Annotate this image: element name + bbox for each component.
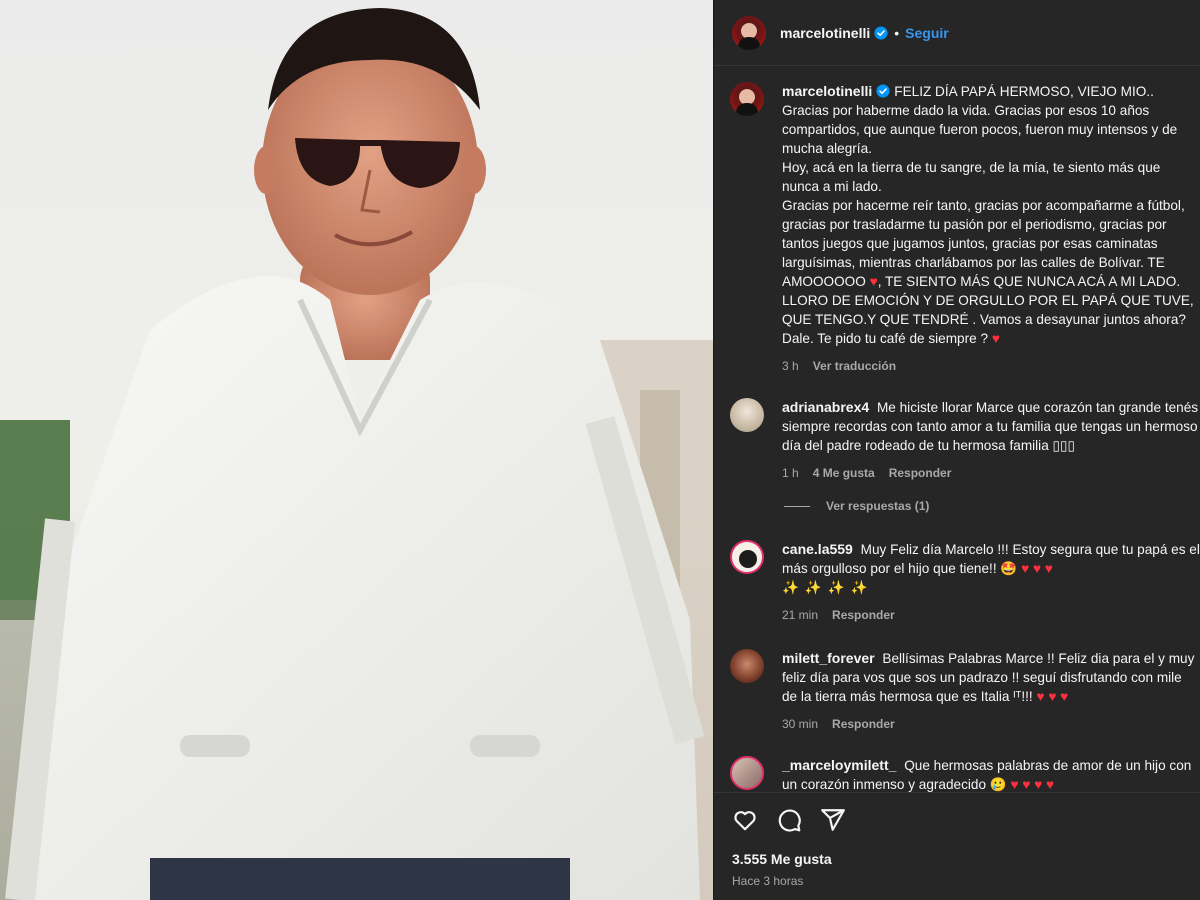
- sparkles-emojis: ✨✨✨✨: [782, 580, 874, 595]
- commenter-avatar[interactable]: [730, 649, 764, 683]
- post-side-panel: marcelotinelli • Seguir marcelotinelli FE…: [713, 0, 1200, 900]
- comment-item: adrianabrex4 Me hiciste llorar Marce que…: [730, 398, 1200, 483]
- commenter-avatar[interactable]: [730, 540, 764, 574]
- comments-scroll-area[interactable]: marcelotinelli FELIZ DÍA PAPÁ HERMOSO, VI…: [714, 66, 1200, 792]
- comment-meta: 1 h 4 Me gusta Responder: [782, 464, 1200, 483]
- commenter-avatar[interactable]: [730, 756, 764, 790]
- post-footer: 3.555 Me gusta Hace 3 horas: [714, 792, 1200, 900]
- caption-entry: marcelotinelli FELIZ DÍA PAPÁ HERMOSO, VI…: [730, 82, 1200, 376]
- action-bar: [732, 807, 846, 833]
- heart-emoji: ♥: [991, 331, 1000, 346]
- instagram-post-view: marcelotinelli • Seguir marcelotinelli FE…: [0, 0, 1200, 900]
- separator-dot: •: [894, 24, 900, 41]
- comment-body: cane.la559 Muy Feliz día Marcelo !!! Est…: [782, 540, 1200, 625]
- comment-item: milett_forever Bellísimas Palabras Marce…: [730, 649, 1200, 734]
- heart-emojis: ♥ ♥ ♥: [1021, 561, 1053, 576]
- comment-time: 30 min: [782, 717, 819, 731]
- comment-icon[interactable]: [776, 807, 802, 833]
- author-avatar[interactable]: [732, 15, 766, 50]
- post-time: Hace 3 horas: [732, 874, 804, 888]
- comment-item: cane.la559 Muy Feliz día Marcelo !!! Est…: [730, 540, 1200, 625]
- caption-time: 3 h: [782, 359, 799, 373]
- follow-button[interactable]: Seguir: [905, 25, 949, 41]
- caption-paragraph-2: Hoy, acá en la tierra de tu sangre, de l…: [782, 160, 1161, 194]
- comment-body: milett_forever Bellísimas Palabras Marce…: [782, 649, 1200, 734]
- caption-paragraph-3: Gracias por hacerme reír tanto, gracias …: [782, 196, 1200, 348]
- comment-meta: 30 min Responder: [782, 715, 1200, 734]
- share-icon[interactable]: [820, 807, 846, 833]
- comment-username[interactable]: milett_forever: [782, 650, 875, 666]
- caption-meta: 3 h Ver traducción: [782, 357, 1200, 376]
- author-username[interactable]: marcelotinelli: [780, 25, 870, 41]
- reply-button[interactable]: Responder: [832, 715, 895, 734]
- heart-emoji: ♥: [869, 274, 878, 289]
- translate-link[interactable]: Ver traducción: [813, 357, 896, 376]
- reply-button[interactable]: Responder: [889, 464, 952, 483]
- post-photo[interactable]: [0, 0, 713, 900]
- caption-avatar[interactable]: [730, 82, 764, 116]
- heart-icon[interactable]: [732, 807, 758, 833]
- comment-likes[interactable]: 4 Me gusta: [813, 464, 875, 483]
- post-header: marcelotinelli • Seguir: [714, 0, 1200, 66]
- heart-emojis: ♥ ♥ ♥ ♥: [1010, 777, 1055, 792]
- view-replies-label: Ver respuestas (1): [826, 499, 930, 513]
- verified-badge-icon: [876, 84, 890, 98]
- comment-username[interactable]: _marceloymilett_: [782, 757, 896, 773]
- comment-body: adrianabrex4 Me hiciste llorar Marce que…: [782, 398, 1200, 483]
- replies-line: [784, 505, 810, 507]
- comment-username[interactable]: adrianabrex4: [782, 399, 869, 415]
- view-replies-button[interactable]: Ver respuestas (1): [784, 499, 929, 513]
- comment-username[interactable]: cane.la559: [782, 541, 853, 557]
- caption-text: marcelotinelli FELIZ DÍA PAPÁ HERMOSO, VI…: [782, 82, 1200, 376]
- comment-meta: 21 min Responder: [782, 606, 1200, 625]
- heart-emojis: ♥ ♥ ♥: [1036, 689, 1069, 704]
- comment-time: 1 h: [782, 466, 799, 480]
- reply-button[interactable]: Responder: [832, 606, 895, 625]
- commenter-avatar[interactable]: [730, 398, 764, 432]
- comment-time: 21 min: [782, 608, 819, 622]
- father-portrait-image: [0, 0, 713, 900]
- caption-username[interactable]: marcelotinelli: [782, 83, 872, 99]
- verified-badge-icon: [874, 25, 888, 40]
- comment-body: _marceloymilett_ Que hermosas palabras d…: [782, 756, 1200, 792]
- likes-count[interactable]: 3.555 Me gusta: [732, 851, 832, 867]
- comment-item: _marceloymilett_ Que hermosas palabras d…: [730, 756, 1200, 792]
